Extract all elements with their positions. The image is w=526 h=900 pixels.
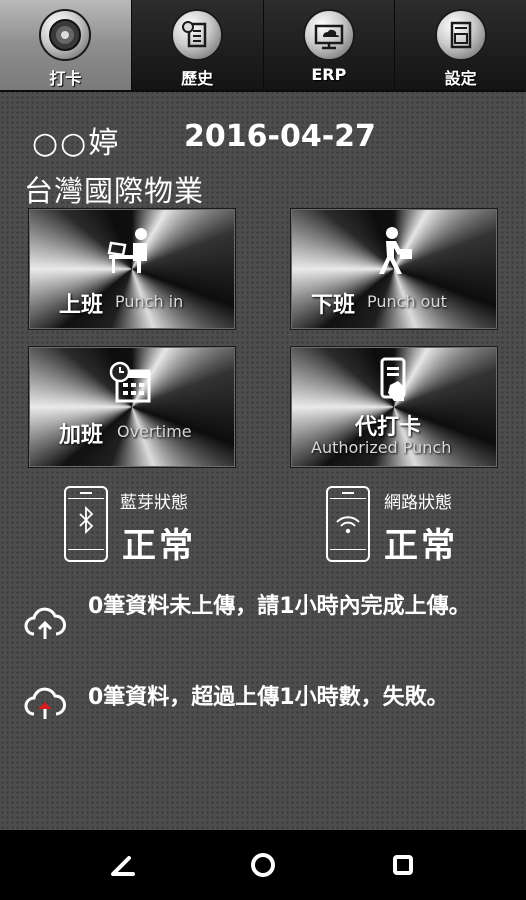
punch-in-button[interactable]: 上班 Punch in bbox=[28, 208, 236, 330]
failed-upload-message: 0筆資料，超過上傳1小時數，失敗。 bbox=[88, 685, 449, 710]
punch-out-button[interactable]: 下班 Punch out bbox=[290, 208, 498, 330]
home-button[interactable] bbox=[228, 830, 298, 900]
punch-clock-icon bbox=[39, 9, 92, 61]
authorized-punch-sublabel: Authorized Punch bbox=[311, 438, 452, 457]
person-walking-icon bbox=[372, 227, 416, 281]
bluetooth-status-value: 正常 bbox=[122, 526, 196, 566]
company-name: 台灣國際物業 bbox=[24, 174, 205, 208]
overtime-sublabel: Overtime bbox=[117, 422, 192, 441]
cloud-upload-error-icon bbox=[24, 686, 66, 724]
recents-button[interactable] bbox=[368, 830, 438, 900]
punch-out-label: 下班 bbox=[311, 293, 356, 318]
tab-label: 打卡 bbox=[49, 69, 82, 88]
phone-hand-icon bbox=[376, 357, 412, 411]
tab-label: 歷史 bbox=[181, 69, 214, 88]
punch-in-label: 上班 bbox=[59, 293, 104, 318]
recents-square-icon bbox=[393, 855, 413, 875]
authorized-punch-label: 代打卡 bbox=[355, 415, 422, 440]
system-nav-bar bbox=[0, 830, 526, 900]
cloud-monitor-icon bbox=[302, 9, 355, 61]
tab-history[interactable]: 歷史 bbox=[131, 0, 264, 90]
back-triangle-icon bbox=[111, 856, 135, 876]
punch-out-sublabel: Punch out bbox=[367, 292, 447, 311]
calendar-clock-icon bbox=[109, 361, 155, 409]
user-name: ○○婷 bbox=[32, 126, 121, 161]
authorized-punch-button[interactable]: 代打卡 Authorized Punch bbox=[290, 346, 498, 468]
tab-erp[interactable]: ERP bbox=[263, 0, 396, 90]
settings-card-icon bbox=[434, 9, 487, 61]
history-document-icon bbox=[171, 9, 224, 61]
punch-in-sublabel: Punch in bbox=[115, 292, 184, 311]
tab-punch[interactable]: 打卡 bbox=[0, 0, 132, 90]
wifi-phone-icon bbox=[326, 486, 370, 562]
tab-label: 設定 bbox=[444, 69, 477, 88]
back-button[interactable] bbox=[88, 830, 158, 900]
top-tab-bar: 打卡 歷史 ERP 設定 bbox=[0, 0, 526, 92]
bluetooth-status-title: 藍芽狀態 bbox=[120, 493, 188, 513]
cloud-upload-icon bbox=[24, 606, 66, 644]
person-at-desk-icon bbox=[103, 227, 161, 279]
pending-upload-message: 0筆資料未上傳，請1小時內完成上傳。 bbox=[88, 594, 471, 619]
tab-label: ERP bbox=[311, 65, 347, 84]
bluetooth-phone-icon bbox=[64, 486, 108, 562]
network-status-title: 網路狀態 bbox=[384, 493, 452, 513]
current-date: 2016-04-27 bbox=[184, 119, 376, 154]
tab-settings[interactable]: 設定 bbox=[395, 0, 526, 90]
network-status-value: 正常 bbox=[384, 526, 458, 566]
overtime-button[interactable]: 加班 Overtime bbox=[28, 346, 236, 468]
home-circle-icon bbox=[251, 853, 275, 877]
overtime-label: 加班 bbox=[59, 423, 104, 448]
